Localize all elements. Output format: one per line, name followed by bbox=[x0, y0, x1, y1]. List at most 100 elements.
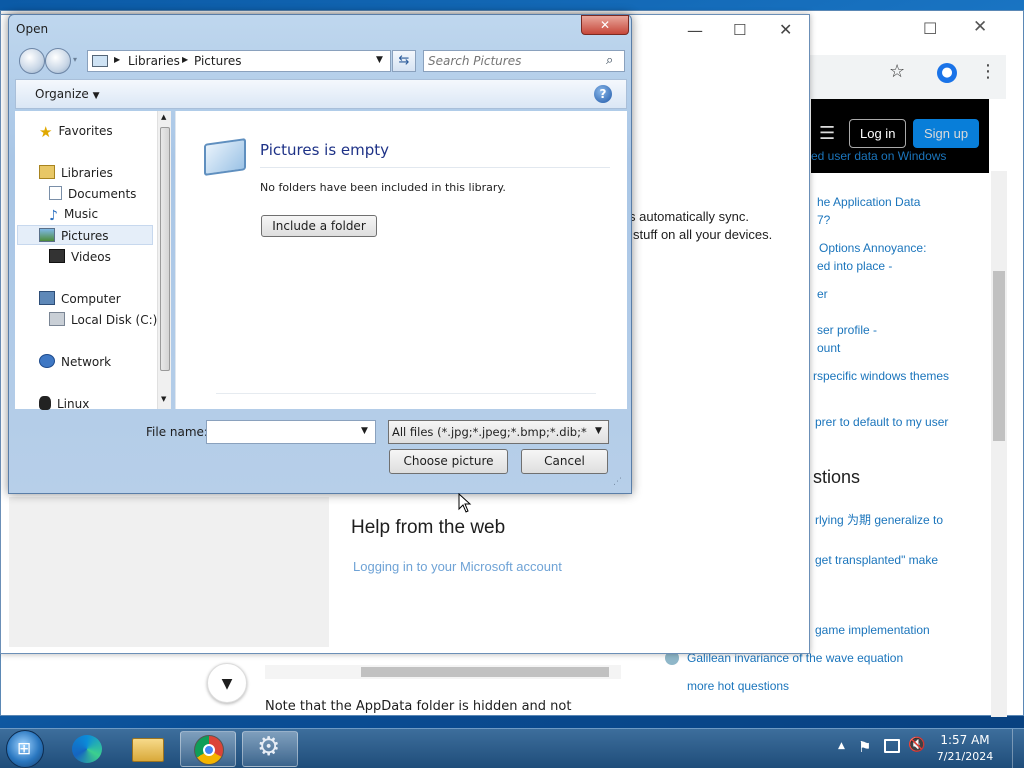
show-hidden-icons-icon[interactable]: ▲ bbox=[838, 741, 845, 751]
breadcrumb-separator-icon: ▶ bbox=[182, 55, 189, 64]
network-tray-icon[interactable] bbox=[884, 739, 900, 753]
filename-dropdown-icon[interactable]: ▼ bbox=[361, 426, 368, 436]
taskbar-settings[interactable]: ⚙ bbox=[242, 731, 298, 767]
dialog-close-button[interactable]: ✕ bbox=[581, 15, 629, 35]
settings-minimize-icon[interactable]: — bbox=[687, 21, 703, 40]
settings-maximize-icon[interactable]: ☐ bbox=[733, 21, 746, 39]
content-divider bbox=[216, 393, 596, 394]
choose-picture-button[interactable]: Choose picture bbox=[389, 449, 508, 474]
include-folder-button[interactable]: Include a folder bbox=[261, 215, 377, 237]
disk-icon bbox=[49, 312, 65, 326]
refresh-icon: ⇆ bbox=[398, 53, 410, 68]
hot-link[interactable]: get transplanted" make bbox=[815, 553, 938, 567]
horizontal-scrollbar[interactable] bbox=[265, 665, 621, 679]
action-center-flag-icon[interactable]: ⚑ bbox=[858, 738, 871, 756]
windows-logo-icon: ⊞ bbox=[17, 739, 32, 759]
hot-link[interactable]: rlying 为期 generalize to bbox=[815, 511, 943, 528]
nav-linux[interactable]: Linux bbox=[39, 396, 89, 411]
taskbar-chrome[interactable] bbox=[180, 731, 236, 767]
nav-scroll-thumb[interactable] bbox=[160, 127, 170, 371]
search-input[interactable] bbox=[428, 53, 598, 69]
forward-button[interactable] bbox=[45, 48, 71, 74]
settings-close-icon[interactable]: ✕ bbox=[779, 20, 792, 39]
related-link[interactable]: rspecific windows themes bbox=[813, 369, 949, 383]
documents-icon bbox=[49, 186, 62, 200]
filename-combobox[interactable]: ▼ bbox=[206, 420, 376, 444]
command-bar: Organize ▼ ? bbox=[15, 79, 627, 109]
help-heading: Help from the web bbox=[351, 517, 506, 538]
scroll-down-button[interactable]: ▼ bbox=[207, 663, 247, 703]
browser-menu-icon[interactable]: ⋮ bbox=[979, 61, 997, 82]
filename-input[interactable] bbox=[210, 424, 350, 440]
browser-restore-icon[interactable]: ☐ bbox=[923, 19, 937, 38]
empty-library-title: Pictures is empty bbox=[260, 141, 390, 159]
close-icon: ✕ bbox=[599, 18, 611, 32]
organize-button[interactable]: Organize ▼ bbox=[35, 87, 100, 101]
resize-grip-icon[interactable]: ⋰ bbox=[613, 477, 622, 487]
related-link[interactable]: ount bbox=[817, 341, 840, 355]
path-dropdown-icon[interactable]: ▼ bbox=[376, 55, 383, 65]
breadcrumb-pictures[interactable]: Pictures bbox=[194, 54, 242, 68]
bookmark-star-icon[interactable]: ☆ bbox=[889, 61, 905, 82]
start-button[interactable]: ⊞ bbox=[6, 730, 44, 768]
nav-pictures[interactable]: Pictures bbox=[17, 225, 153, 245]
network-icon bbox=[39, 354, 55, 368]
volume-muted-icon[interactable]: 🔇 bbox=[908, 737, 925, 753]
nav-documents[interactable]: Documents bbox=[49, 186, 136, 201]
signup-button[interactable]: Sign up bbox=[913, 119, 980, 148]
linux-icon bbox=[39, 396, 51, 410]
nav-favorites[interactable]: ★ Favorites bbox=[39, 123, 113, 141]
refresh-button[interactable]: ⇆ bbox=[392, 50, 416, 72]
nav-music[interactable]: ♪ Music bbox=[49, 207, 98, 224]
sync-text-line: s automatically sync. bbox=[629, 209, 749, 224]
nav-computer[interactable]: Computer bbox=[39, 291, 121, 306]
profile-avatar-icon[interactable]: ● bbox=[937, 63, 957, 83]
recent-pages-chevron-icon[interactable]: ▾ bbox=[73, 55, 77, 64]
nav-local-disk[interactable]: Local Disk (C:) bbox=[49, 312, 157, 327]
related-link[interactable]: ed into place - bbox=[817, 259, 892, 273]
related-link[interactable]: ser profile - bbox=[817, 323, 877, 337]
related-link[interactable]: er bbox=[817, 287, 828, 301]
login-button[interactable]: Log in bbox=[849, 119, 907, 148]
nav-videos[interactable]: Videos bbox=[49, 249, 111, 264]
nav-libraries[interactable]: Libraries bbox=[39, 165, 113, 180]
breadcrumb-libraries[interactable]: Libraries bbox=[128, 54, 180, 68]
pictures-icon bbox=[39, 228, 55, 242]
navigation-pane: ★ Favorites Libraries Documents ♪ Music Pi… bbox=[15, 111, 165, 411]
chrome-icon bbox=[194, 735, 224, 765]
videos-icon bbox=[49, 249, 65, 263]
scroll-down-icon[interactable]: ▼ bbox=[161, 395, 166, 403]
related-link[interactable]: ed user data on Windows bbox=[811, 149, 946, 163]
vertical-scroll-thumb[interactable] bbox=[993, 271, 1005, 441]
related-link[interactable]: 7? bbox=[817, 213, 830, 227]
cancel-button[interactable]: Cancel bbox=[521, 449, 608, 474]
clock[interactable]: 1:57 AM 7/21/2024 bbox=[930, 733, 1000, 763]
help-link[interactable]: Logging in to your Microsoft account bbox=[353, 559, 562, 574]
horizontal-scroll-thumb[interactable] bbox=[361, 667, 609, 677]
show-desktop-button[interactable] bbox=[1012, 729, 1024, 768]
back-button[interactable] bbox=[19, 48, 45, 74]
address-path-bar[interactable]: ▶ Libraries ▶ Pictures ▼ bbox=[87, 50, 391, 72]
related-link[interactable]: Options Annoyance: bbox=[819, 241, 926, 255]
hot-questions-heading: stions bbox=[813, 467, 861, 487]
help-icon[interactable]: ? bbox=[594, 85, 612, 103]
hot-link[interactable]: game implementation bbox=[815, 623, 930, 637]
open-dialog: Open ✕ ▾ ▶ Libraries ▶ Pictures ▼ ⇆ ⌕ Or… bbox=[8, 14, 632, 494]
related-link[interactable]: he Application Data bbox=[817, 195, 920, 209]
sync-text-line: stuff on all your devices. bbox=[633, 227, 773, 242]
search-box[interactable]: ⌕ bbox=[423, 50, 625, 72]
hamburger-icon[interactable]: ☰ bbox=[819, 123, 835, 144]
nav-scrollbar[interactable]: ▲ ▼ bbox=[157, 111, 171, 409]
organize-dropdown-icon: ▼ bbox=[92, 91, 100, 101]
library-icon bbox=[92, 55, 108, 67]
filetype-select[interactable]: All files (*.jpg;*.jpeg;*.bmp;*.dib;*.pn… bbox=[388, 420, 609, 444]
nav-network[interactable]: Network bbox=[39, 354, 111, 369]
clock-date: 7/21/2024 bbox=[936, 750, 994, 763]
browser-close-icon[interactable]: ✕ bbox=[973, 17, 987, 37]
taskbar-edge[interactable] bbox=[60, 731, 116, 767]
taskbar-explorer[interactable] bbox=[120, 731, 176, 767]
scroll-up-icon[interactable]: ▲ bbox=[161, 113, 166, 121]
more-hot-link[interactable]: more hot questions bbox=[687, 679, 789, 693]
vertical-scrollbar[interactable] bbox=[991, 171, 1007, 717]
related-link[interactable]: prer to default to my user bbox=[815, 415, 948, 429]
